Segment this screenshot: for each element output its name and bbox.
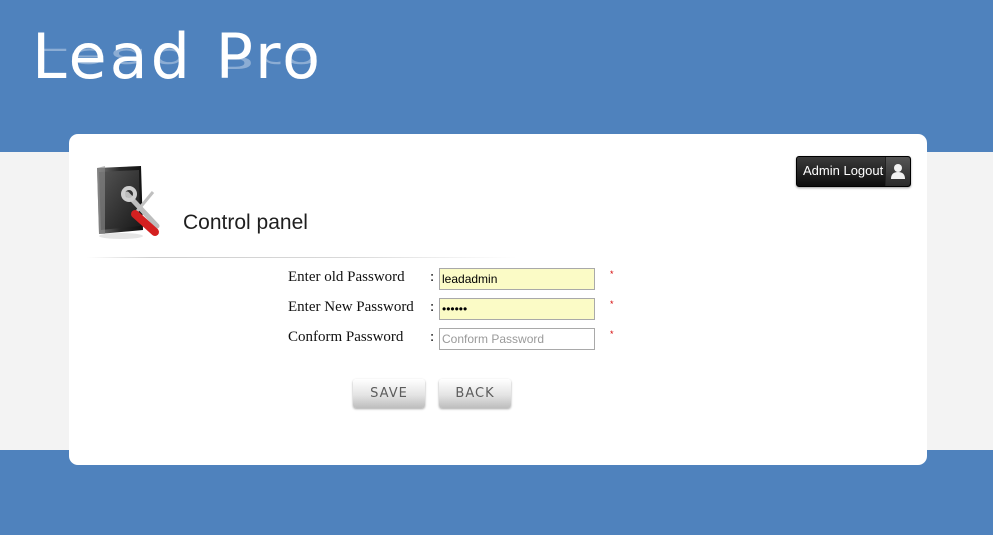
new-password-input[interactable] xyxy=(439,298,595,320)
form-row-new-password: Enter New Password : * xyxy=(288,298,628,320)
admin-logout-label: Admin Logout xyxy=(803,163,884,178)
confirm-password-input[interactable] xyxy=(439,328,595,350)
logo-reflection: Lead Pro xyxy=(32,42,324,75)
new-password-label: Enter New Password xyxy=(288,299,414,315)
colon: : xyxy=(430,269,435,285)
control-panel-card: Control panel Admin Logout Enter old Pas… xyxy=(69,134,927,465)
required-mark: * xyxy=(610,329,614,339)
admin-logout-button[interactable]: Admin Logout xyxy=(796,156,911,187)
required-mark: * xyxy=(610,269,614,279)
colon: : xyxy=(430,299,435,315)
user-icon xyxy=(885,157,910,186)
confirm-password-label: Conform Password xyxy=(288,329,404,345)
computer-tools-icon xyxy=(93,164,163,240)
form-row-confirm-password: Conform Password : * xyxy=(288,328,628,350)
old-password-input[interactable] xyxy=(439,268,595,290)
colon: : xyxy=(430,329,435,345)
old-password-label: Enter old Password xyxy=(288,269,405,285)
back-button[interactable]: BACK xyxy=(439,379,511,408)
title-divider xyxy=(87,257,517,258)
page-title: Control panel xyxy=(183,211,308,234)
lead-pro-logo: Lead Pro Lead Pro xyxy=(32,22,372,117)
required-mark: * xyxy=(610,299,614,309)
form-row-old-password: Enter old Password : * xyxy=(288,268,628,290)
save-button[interactable]: SAVE xyxy=(353,379,425,408)
